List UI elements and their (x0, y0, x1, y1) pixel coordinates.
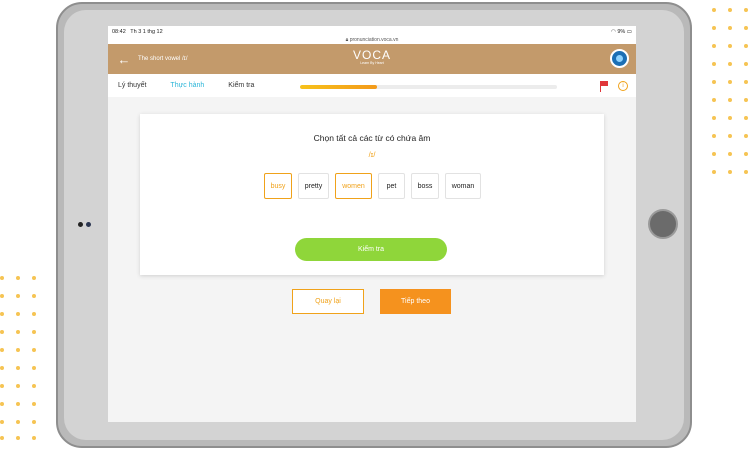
exercise-card: Chọn tất cả các từ có chứa âm /ɪ/ busy p… (140, 114, 604, 275)
lock-icon: 🔒︎ (345, 37, 349, 43)
tablet-camera (78, 222, 83, 227)
url-bar[interactable]: 🔒︎ pronunciation.voca.vn (108, 37, 636, 44)
battery-icon: ▭ (626, 28, 632, 35)
tab-theory[interactable]: Lý thuyết (118, 82, 146, 89)
app-header: ← The short vowel /ɪ/ VOCA Learn By Hear… (108, 44, 636, 74)
user-avatar[interactable] (610, 49, 629, 68)
lesson-title: The short vowel /ɪ/ (138, 56, 188, 62)
choice-women[interactable]: women (335, 173, 372, 199)
logo-text: VOCA (352, 48, 392, 62)
decor-dots-left (0, 276, 40, 446)
status-date: Th 3 1 thg 12 (130, 28, 163, 35)
status-bar: 08:42 Th 3 1 thg 12 ◠ 9% ▭ (108, 26, 636, 37)
back-button[interactable]: Quay lại (292, 289, 364, 314)
url-text: pronunciation.voca.vn (349, 37, 399, 43)
exercise-phoneme: /ɪ/ (368, 150, 376, 159)
tab-test[interactable]: Kiểm tra (228, 82, 254, 89)
choice-pretty[interactable]: pretty (298, 173, 329, 199)
flag-icon[interactable] (599, 81, 609, 92)
lesson-progress-fill (300, 85, 378, 89)
tab-practice[interactable]: Thực hành (170, 82, 204, 89)
stage: 08:42 Th 3 1 thg 12 ◠ 9% ▭ 🔒︎ pronunciat… (0, 0, 751, 450)
word-choices: busy pretty women pet boss woman (264, 173, 487, 199)
status-right: ◠ 9% ▭ (611, 29, 632, 35)
exercise-prompt: Chọn tất cả các từ có chứa âm (313, 133, 431, 143)
next-button[interactable]: Tiếp theo (380, 289, 451, 314)
wifi-icon: ◠ (610, 28, 616, 35)
tablet-screen: 08:42 Th 3 1 thg 12 ◠ 9% ▭ 🔒︎ pronunciat… (108, 26, 636, 422)
choice-woman[interactable]: woman (445, 173, 481, 199)
app-logo[interactable]: VOCA Learn By Heart (353, 48, 391, 65)
choice-busy[interactable]: busy (264, 173, 292, 199)
battery-level: 9% (617, 28, 626, 35)
tablet-home-button[interactable] (648, 209, 678, 239)
status-time: 08:42 (112, 28, 126, 35)
choice-pet[interactable]: pet (378, 173, 405, 199)
info-icon[interactable]: i (618, 81, 628, 91)
lesson-tabs: Lý thuyết Thực hành Kiểm tra i (108, 74, 636, 97)
status-left: 08:42 Th 3 1 thg 12 (112, 29, 163, 35)
choice-boss[interactable]: boss (411, 173, 439, 199)
check-answer-button[interactable]: Kiểm tra (295, 238, 447, 261)
decor-dots-right (712, 8, 751, 178)
lesson-progress-bar (300, 85, 557, 89)
back-arrow-icon[interactable]: ← (114, 49, 134, 69)
tablet-sensor (86, 222, 91, 227)
